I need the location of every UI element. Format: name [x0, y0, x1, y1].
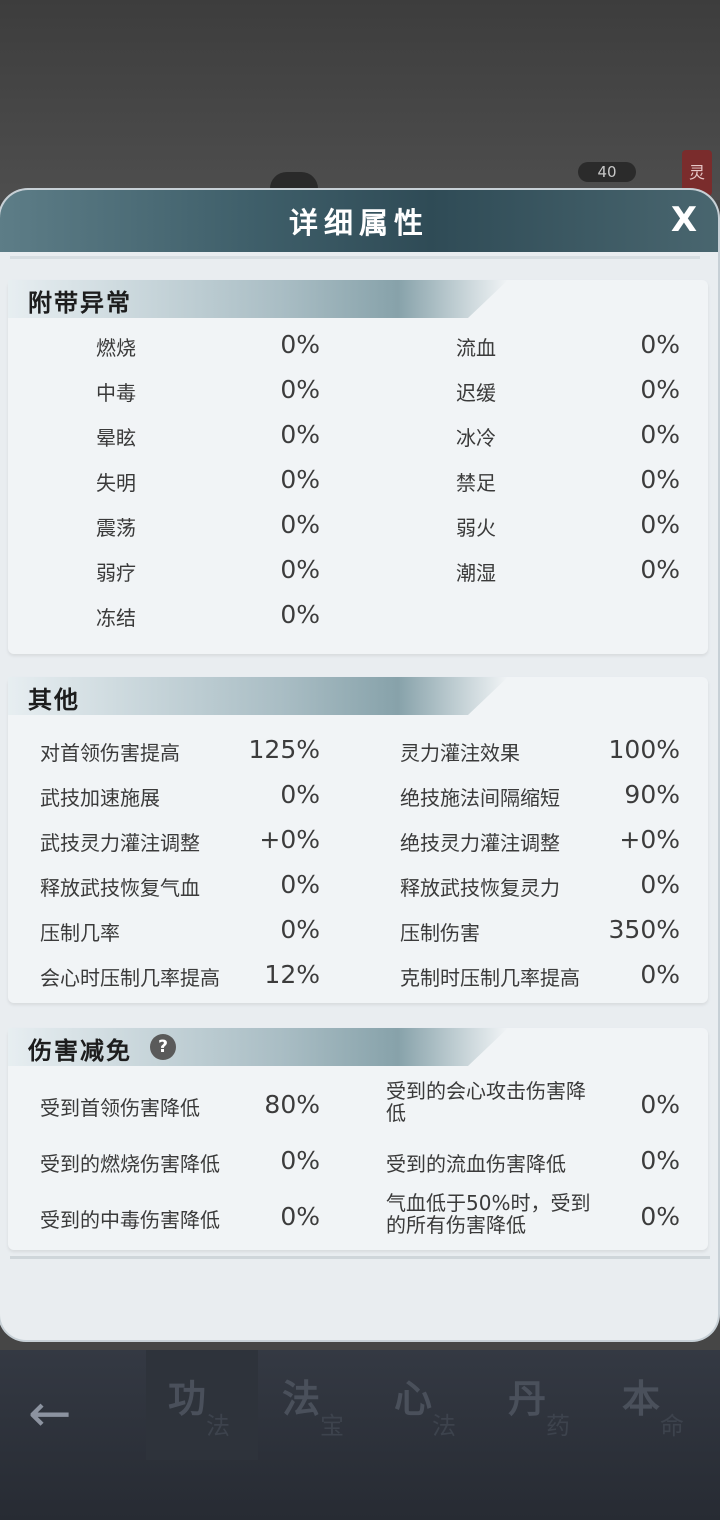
stat-value: 0%: [640, 1090, 680, 1119]
bottom-nav: ← 功 法 法 宝 心 法 丹 药 本 命: [0, 1350, 720, 1520]
nav-tab-xinfa[interactable]: 心 法: [372, 1350, 484, 1460]
stat-label: 克制时压制几率提高: [400, 966, 580, 990]
stat-value: 0%: [640, 1202, 680, 1231]
section-ailments: 附带异常 燃烧 0% 中毒 0% 晕眩 0% 失明 0% 震荡 0% 弱疗 0%…: [8, 280, 708, 654]
stat-value: 0%: [280, 420, 320, 449]
stat-label: 失明: [96, 471, 136, 495]
help-icon[interactable]: ?: [150, 1034, 176, 1060]
stat-value: 0%: [640, 465, 680, 494]
nav-tab-big: 心: [394, 1377, 433, 1421]
stat-value: 0%: [640, 375, 680, 404]
section-damage-reduction: 伤害减免 ? 受到首领伤害降低 80% 受到的燃烧伤害降低 0% 受到的中毒伤害…: [8, 1028, 708, 1250]
stat-value: 0%: [280, 1146, 320, 1175]
stat-label: 流血: [456, 336, 496, 360]
stat-value: 0%: [640, 870, 680, 899]
stat-label: 绝技灵力灌注调整: [400, 831, 560, 855]
level-badge: 40: [578, 162, 636, 182]
detail-attributes-modal: 详细属性 X 附带异常 燃烧 0% 中毒 0% 晕眩 0% 失明 0% 震荡 0…: [0, 190, 718, 1340]
stat-label: 受到的会心攻击伤害降低: [386, 1079, 586, 1125]
stat-label: 禁足: [456, 471, 496, 495]
stat-value: 0%: [640, 330, 680, 359]
stat-value: 0%: [280, 780, 320, 809]
back-arrow-icon[interactable]: ←: [28, 1384, 92, 1444]
section-title: 伤害减免: [28, 1037, 132, 1065]
bottom-divider: [10, 1256, 710, 1259]
stat-label: 武技加速施展: [40, 786, 160, 810]
nav-tab-big: 本: [622, 1377, 661, 1421]
stat-label: 压制伤害: [400, 921, 480, 945]
nav-tab-big: 丹: [508, 1377, 547, 1421]
stat-label: 潮湿: [456, 561, 496, 585]
stat-value: 0%: [280, 510, 320, 539]
stat-label: 受到的流血伤害降低: [386, 1152, 566, 1176]
stat-value: +0%: [619, 825, 680, 854]
stat-label: 冻结: [96, 606, 136, 630]
stat-value: 0%: [640, 555, 680, 584]
stat-label: 燃烧: [96, 336, 136, 360]
nav-tab-small: 命: [660, 1412, 684, 1440]
section-banner: [8, 677, 508, 715]
stat-label: 会心时压制几率提高: [40, 966, 220, 990]
nav-tab-fabao[interactable]: 法 宝: [260, 1350, 372, 1460]
stat-value: 0%: [280, 330, 320, 359]
stat-value: 350%: [608, 915, 680, 944]
stat-value: 100%: [608, 735, 680, 764]
modal-header: 详细属性 X: [0, 190, 718, 252]
stat-label: 释放武技恢复灵力: [400, 876, 560, 900]
character-hat: [270, 172, 318, 192]
modal-title: 详细属性: [288, 206, 429, 240]
stat-value: 0%: [280, 1202, 320, 1231]
header-divider: [10, 256, 700, 259]
section-other: 其他 对首领伤害提高 125% 武技加速施展 0% 武技灵力灌注调整 +0% 释…: [8, 677, 708, 1003]
stat-label: 弱火: [456, 516, 496, 540]
nav-tab-gongfa[interactable]: 功 法: [146, 1350, 258, 1460]
section-title: 附带异常: [28, 289, 132, 317]
stat-label: 气血低于50%时，受到的所有伤害降低: [386, 1191, 591, 1237]
stat-label: 冰冷: [456, 426, 496, 450]
nav-tab-small: 法: [432, 1412, 456, 1440]
nav-tab-small: 法: [206, 1412, 230, 1440]
stat-label: 中毒: [96, 381, 136, 405]
nav-tab-benming[interactable]: 本 命: [600, 1350, 712, 1460]
stat-value: 90%: [624, 780, 680, 809]
stat-value: +0%: [259, 825, 320, 854]
stat-label: 晕眩: [96, 426, 136, 450]
stat-label: 受到首领伤害降低: [40, 1096, 200, 1120]
stat-value: 0%: [280, 870, 320, 899]
nav-tab-danyao[interactable]: 丹 药: [486, 1350, 598, 1460]
stat-label: 武技灵力灌注调整: [40, 831, 200, 855]
stat-value: 0%: [640, 960, 680, 989]
stat-label: 受到的燃烧伤害降低: [40, 1152, 220, 1176]
stat-label: 释放武技恢复气血: [40, 876, 200, 900]
stat-value: 0%: [280, 375, 320, 404]
stat-label: 受到的中毒伤害降低: [40, 1208, 220, 1232]
stat-value: 0%: [280, 555, 320, 584]
nav-tab-big: 法: [282, 1377, 321, 1421]
stat-label: 绝技施法间隔缩短: [400, 786, 560, 810]
stat-value: 125%: [248, 735, 320, 764]
stat-value: 12%: [264, 960, 320, 989]
stat-value: 0%: [280, 600, 320, 629]
nav-tab-small: 宝: [320, 1412, 344, 1440]
close-button[interactable]: X: [664, 200, 704, 240]
stat-value: 80%: [264, 1090, 320, 1119]
stat-value: 0%: [640, 420, 680, 449]
nav-tab-small: 药: [546, 1412, 570, 1440]
stat-label: 弱疗: [96, 561, 136, 585]
stat-value: 0%: [640, 1146, 680, 1175]
stat-label: 压制几率: [40, 921, 120, 945]
stat-label: 对首领伤害提高: [40, 741, 180, 765]
section-title: 其他: [28, 686, 80, 714]
nav-tab-big: 功: [168, 1377, 207, 1421]
stat-label: 震荡: [96, 516, 136, 540]
stat-label: 迟缓: [456, 381, 496, 405]
stat-value: 0%: [280, 465, 320, 494]
stat-value: 0%: [280, 915, 320, 944]
stat-label: 灵力灌注效果: [400, 741, 520, 765]
stat-value: 0%: [640, 510, 680, 539]
